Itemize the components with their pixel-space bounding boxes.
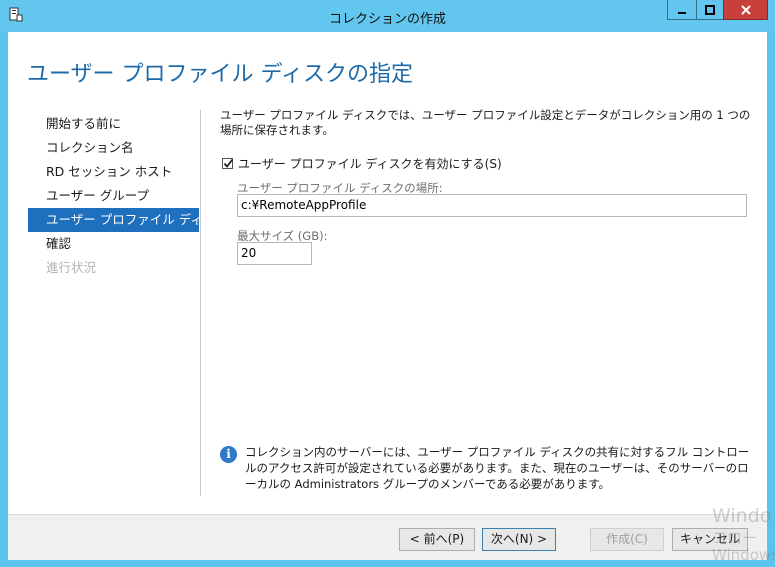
nav-item-before-you-begin[interactable]: 開始する前に bbox=[28, 112, 199, 136]
page-description: ユーザー プロファイル ディスクでは、ユーザー プロファイル設定とデータがコレク… bbox=[220, 108, 751, 137]
minimize-button[interactable] bbox=[667, 0, 697, 20]
nav-item-progress: 進行状況 bbox=[46, 260, 97, 275]
minimize-icon bbox=[678, 11, 686, 14]
page-heading: ユーザー プロファイル ディスクの指定 bbox=[27, 62, 414, 87]
close-icon bbox=[740, 4, 751, 15]
nav-item-user-profile-disk[interactable]: ユーザー プロファイル ディスク bbox=[28, 208, 228, 232]
enable-upd-checkbox-label[interactable]: ユーザー プロファイル ディスクを有効にする(S) bbox=[238, 155, 502, 172]
nav-item-confirmation[interactable]: 確認 bbox=[28, 232, 199, 256]
content-pane: ユーザー プロファイル ディスクでは、ユーザー プロファイル設定とデータがコレク… bbox=[220, 108, 755, 265]
info-icon: i bbox=[220, 446, 237, 463]
button-bar: < 前へ(P) 次へ(N) > 作成(C) キャンセル bbox=[8, 514, 767, 560]
window-title: コレクションの作成 bbox=[328, 12, 446, 27]
nav-item-user-group[interactable]: ユーザー グループ bbox=[28, 184, 199, 208]
maximize-icon bbox=[705, 4, 715, 15]
close-button[interactable] bbox=[723, 0, 768, 20]
info-text: コレクション内のサーバーには、ユーザー プロファイル ディスクの共有に対するフル… bbox=[245, 445, 750, 491]
nav-item-collection-name[interactable]: コレクション名 bbox=[28, 136, 199, 160]
max-size-input[interactable]: 20 bbox=[237, 242, 312, 265]
activation-watermark-line2: コロー bbox=[712, 529, 758, 547]
activation-watermark-line3: Windows bbox=[712, 546, 775, 564]
previous-button[interactable]: < 前へ(P) bbox=[399, 528, 475, 551]
location-input[interactable]: c:¥RemoteAppProfile bbox=[237, 194, 747, 217]
next-button[interactable]: 次へ(N) > bbox=[482, 528, 556, 551]
nav-divider bbox=[200, 110, 201, 496]
activation-watermark-line1: Windo bbox=[712, 505, 772, 527]
enable-upd-checkbox-row[interactable]: ユーザー プロファイル ディスクを有効にする(S) bbox=[222, 155, 502, 172]
maximize-button[interactable] bbox=[696, 0, 724, 20]
wizard-body: ユーザー プロファイル ディスクの指定 開始する前に コレクション名 RD セッ… bbox=[8, 32, 767, 560]
nav-item-rd-session-host[interactable]: RD セッション ホスト bbox=[28, 160, 199, 184]
enable-upd-checkbox[interactable] bbox=[222, 158, 234, 169]
create-button: 作成(C) bbox=[590, 528, 664, 551]
wizard-nav: 開始する前に コレクション名 RD セッション ホスト ユーザー グループ ユー… bbox=[28, 112, 228, 280]
title-bar: コレクションの作成 bbox=[0, 0, 775, 32]
checkmark-icon bbox=[223, 158, 234, 168]
